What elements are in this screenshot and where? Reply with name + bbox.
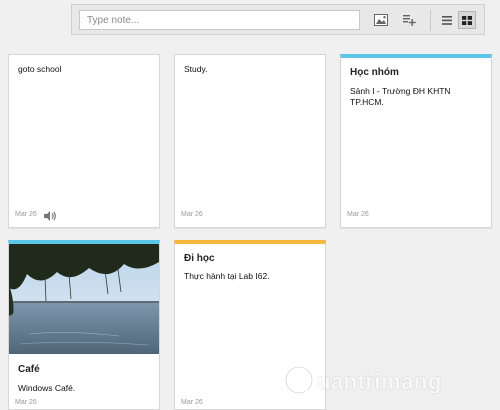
note-body: Study. xyxy=(184,64,208,74)
list-view-icon[interactable] xyxy=(438,11,456,29)
note-body: Thực hành tại Lab I62. xyxy=(184,271,270,281)
note-date: Mar 26 xyxy=(347,211,369,218)
note-body: Windows Café. xyxy=(18,383,76,393)
note-body: Sảnh I - Trường ĐH KHTN TP.HCM. xyxy=(350,86,451,107)
note-date: Mar 26 xyxy=(181,399,203,406)
note-date: Mar 26 xyxy=(181,211,203,218)
speaker-icon[interactable] xyxy=(43,209,57,221)
toolbar-divider xyxy=(430,10,431,31)
note-title: Café xyxy=(18,364,40,375)
grid-view-icon[interactable] xyxy=(458,11,476,29)
watermark: uantrimang xyxy=(283,362,442,402)
watermark-text: uantrimang xyxy=(317,369,442,394)
note-photo xyxy=(9,244,159,354)
top-toolbar xyxy=(71,4,485,35)
note-title: Đi học xyxy=(184,253,215,264)
watermark-logo-icon xyxy=(284,365,314,397)
note-date: Mar 26 xyxy=(15,399,37,406)
note-card[interactable]: Café Windows Café. Mar 26 xyxy=(8,240,160,410)
note-title: Học nhóm xyxy=(350,67,399,78)
note-input[interactable] xyxy=(79,10,360,30)
image-icon[interactable] xyxy=(372,11,390,29)
note-date: Mar 26 xyxy=(15,211,37,218)
add-list-icon[interactable] xyxy=(400,11,418,29)
note-body: goto school xyxy=(18,64,62,74)
note-card[interactable]: Học nhóm Sảnh I - Trường ĐH KHTN TP.HCM.… xyxy=(340,54,492,228)
note-card[interactable]: Study. Mar 26 xyxy=(174,54,326,228)
note-card[interactable]: goto school Mar 26 xyxy=(8,54,160,228)
